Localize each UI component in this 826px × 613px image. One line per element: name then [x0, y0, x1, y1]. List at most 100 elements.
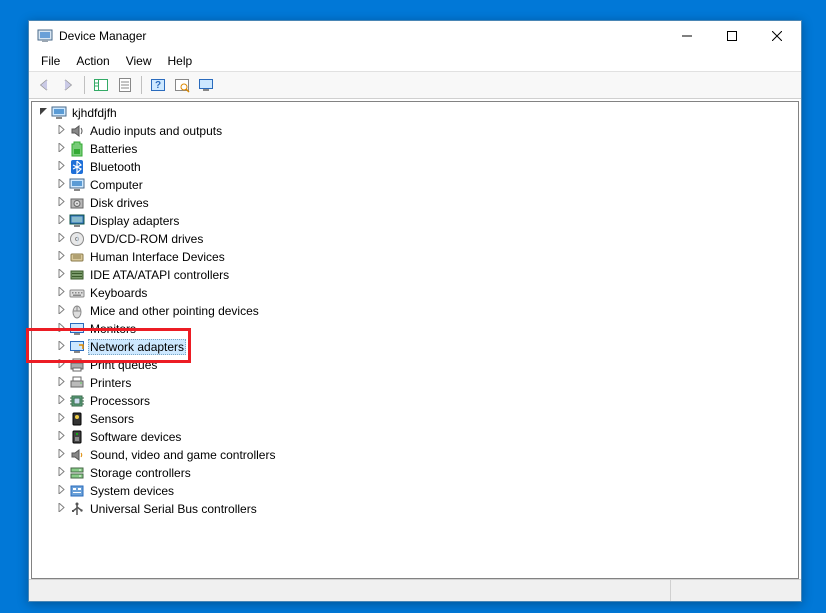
menu-view[interactable]: View: [118, 53, 160, 69]
toolbar-properties-button[interactable]: [114, 74, 136, 96]
minimize-button[interactable]: [664, 22, 709, 51]
titlebar[interactable]: Device Manager: [29, 21, 801, 51]
tree-item[interactable]: Software devices: [32, 428, 798, 446]
keyboard-icon: [69, 285, 85, 301]
tree-root[interactable]: kjhdfdjfh: [32, 104, 798, 122]
tree-item[interactable]: Display adapters: [32, 212, 798, 230]
arrow-left-icon: [36, 77, 52, 93]
tree-item[interactable]: Universal Serial Bus controllers: [32, 500, 798, 518]
maximize-button[interactable]: [709, 22, 754, 51]
tree-item-label: Processors: [88, 394, 152, 408]
tree-item-label: Storage controllers: [88, 466, 193, 480]
system-icon: [69, 483, 85, 499]
monitor-icon: [198, 77, 214, 93]
disk-icon: [69, 195, 85, 211]
menu-help[interactable]: Help: [160, 53, 201, 69]
cd-icon: [69, 231, 85, 247]
expand-icon[interactable]: [54, 178, 68, 192]
tree-item-label: Universal Serial Bus controllers: [88, 502, 259, 516]
tree-item[interactable]: Processors: [32, 392, 798, 410]
tree-pane-icon: [93, 77, 109, 93]
tree-item[interactable]: Sensors: [32, 410, 798, 428]
software-icon: [69, 429, 85, 445]
close-button[interactable]: [754, 22, 799, 51]
tree-item-label: DVD/CD-ROM drives: [88, 232, 205, 246]
tree-item[interactable]: Audio inputs and outputs: [32, 122, 798, 140]
statusbar: [29, 579, 801, 601]
tree-item[interactable]: Human Interface Devices: [32, 248, 798, 266]
expand-icon[interactable]: [54, 502, 68, 516]
audio-icon: [69, 123, 85, 139]
toolbar-scan-hardware-button[interactable]: [171, 74, 193, 96]
bluetooth-icon: [69, 159, 85, 175]
tree-item[interactable]: Computer: [32, 176, 798, 194]
expand-icon[interactable]: [54, 358, 68, 372]
expand-icon[interactable]: [54, 376, 68, 390]
tree-item[interactable]: Disk drives: [32, 194, 798, 212]
toolbar-help-button[interactable]: [147, 74, 169, 96]
expand-icon[interactable]: [54, 124, 68, 138]
expand-icon[interactable]: [54, 160, 68, 174]
computer-icon: [51, 105, 67, 121]
expand-icon[interactable]: [54, 214, 68, 228]
expand-icon[interactable]: [54, 250, 68, 264]
tree-item[interactable]: Printers: [32, 374, 798, 392]
tree-item[interactable]: IDE ATA/ATAPI controllers: [32, 266, 798, 284]
expand-icon[interactable]: [54, 232, 68, 246]
menu-file[interactable]: File: [33, 53, 68, 69]
printer-icon: [69, 375, 85, 391]
expand-icon[interactable]: [54, 412, 68, 426]
tree-item[interactable]: Bluetooth: [32, 158, 798, 176]
expand-icon[interactable]: [54, 196, 68, 210]
tree-item[interactable]: System devices: [32, 482, 798, 500]
tree-item-label: Disk drives: [88, 196, 151, 210]
tree-item-label: Audio inputs and outputs: [88, 124, 224, 138]
expand-icon[interactable]: [54, 304, 68, 318]
toolbar-devices-view-button[interactable]: [195, 74, 217, 96]
scan-icon: [174, 77, 190, 93]
network-icon: [69, 339, 85, 355]
menu-action[interactable]: Action: [68, 53, 117, 69]
expand-icon[interactable]: [54, 430, 68, 444]
tree-item-label: Mice and other pointing devices: [88, 304, 261, 318]
tree-item[interactable]: Storage controllers: [32, 464, 798, 482]
toolbar-show-hide-tree-button[interactable]: [90, 74, 112, 96]
tree-item-label: Network adapters: [88, 339, 186, 355]
expand-icon[interactable]: [54, 286, 68, 300]
hid-icon: [69, 249, 85, 265]
expand-icon[interactable]: [54, 340, 68, 354]
tree-item[interactable]: Keyboards: [32, 284, 798, 302]
properties-icon: [117, 77, 133, 93]
collapse-icon[interactable]: [36, 106, 50, 120]
tree-item-label: Keyboards: [88, 286, 149, 300]
tree-item[interactable]: Print queues: [32, 356, 798, 374]
tree-item-label: Sensors: [88, 412, 136, 426]
tree-item[interactable]: Monitors: [32, 320, 798, 338]
tree-item[interactable]: DVD/CD-ROM drives: [32, 230, 798, 248]
tree-item[interactable]: Sound, video and game controllers: [32, 446, 798, 464]
expand-icon[interactable]: [54, 142, 68, 156]
device-manager-window: Device Manager File Action View Help kjh…: [28, 20, 802, 602]
expand-icon[interactable]: [54, 448, 68, 462]
tree-item[interactable]: Batteries: [32, 140, 798, 158]
expand-icon[interactable]: [54, 466, 68, 480]
app-icon: [37, 28, 53, 44]
tree-item[interactable]: Network adapters: [32, 338, 798, 356]
expand-icon[interactable]: [54, 394, 68, 408]
toolbar: [29, 71, 801, 99]
device-tree-pane[interactable]: kjhdfdjfh Audio inputs and outputs Batteri…: [31, 101, 799, 579]
tree-item-label: Software devices: [88, 430, 183, 444]
usb-icon: [69, 501, 85, 517]
arrow-right-icon: [60, 77, 76, 93]
cpu-icon: [69, 393, 85, 409]
tree-item[interactable]: Mice and other pointing devices: [32, 302, 798, 320]
tree-item-label: Bluetooth: [88, 160, 143, 174]
toolbar-separator: [141, 76, 142, 94]
sound-icon: [69, 447, 85, 463]
computer-icon: [69, 177, 85, 193]
expand-icon[interactable]: [54, 484, 68, 498]
tree-item-label: Print queues: [88, 358, 159, 372]
expand-icon[interactable]: [54, 268, 68, 282]
storage-icon: [69, 465, 85, 481]
expand-icon[interactable]: [54, 322, 68, 336]
